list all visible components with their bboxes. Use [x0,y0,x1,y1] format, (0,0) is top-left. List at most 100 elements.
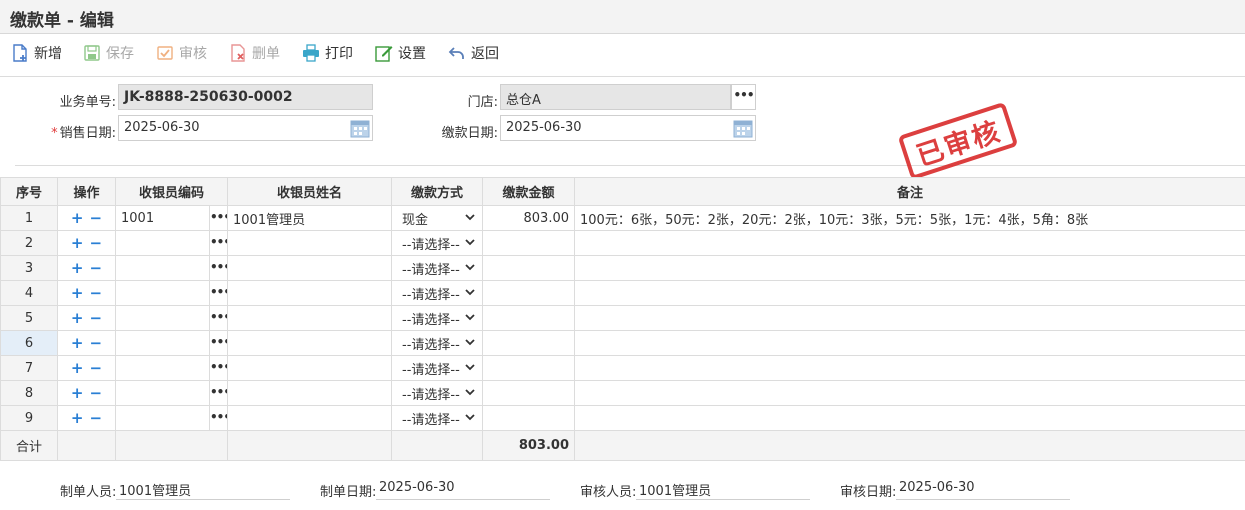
cashier-code-cell[interactable]: ••• [115,405,228,431]
remark-cell[interactable] [574,255,1245,281]
cashier-name-cell [227,230,392,256]
payment-method-select[interactable]: --请选择-- [391,355,483,381]
audit-date-label: 审核日期: [840,485,897,500]
calendar-icon[interactable] [348,116,372,140]
col-header-index: 序号 [0,177,58,206]
cashier-picker-button[interactable]: ••• [209,356,227,380]
payment-method-select[interactable]: --请选择-- [391,255,483,281]
pay-date-label: 缴款日期: [441,126,498,141]
amount-cell[interactable] [482,380,575,406]
add-row-icon[interactable]: + [71,259,84,277]
amount-cell[interactable] [482,230,575,256]
divider [15,165,1245,166]
payment-method-select[interactable]: --请选择-- [391,305,483,331]
remove-row-icon[interactable]: − [90,234,103,252]
delete-button[interactable]: 删单 [229,43,280,63]
add-row-icon[interactable]: + [71,334,84,352]
audit-button[interactable]: 审核 [156,43,207,63]
remove-row-icon[interactable]: − [90,284,103,302]
auditor-value: 1001管理员 [636,475,810,500]
add-row-icon[interactable]: + [71,384,84,402]
payment-method-select[interactable]: --请选择-- [391,230,483,256]
amount-cell[interactable] [482,405,575,431]
remark-cell[interactable] [574,405,1245,431]
remark-cell[interactable] [574,230,1245,256]
creator-label: 制单人员: [60,485,117,500]
amount-cell[interactable] [482,330,575,356]
add-row-icon[interactable]: + [71,234,84,252]
store-field[interactable]: 总仓A [500,84,731,110]
add-row-icon[interactable]: + [71,209,84,227]
remove-row-icon[interactable]: − [90,309,103,327]
add-row-icon[interactable]: + [71,359,84,377]
remove-row-icon[interactable]: − [90,209,103,227]
table-row[interactable]: 3+−•••--请选择-- [0,255,1245,281]
payment-method-value: --请选择-- [402,312,460,328]
cashier-code-cell[interactable]: ••• [115,280,228,306]
cashier-picker-button[interactable]: ••• [209,306,227,330]
cashier-picker-button[interactable]: ••• [209,381,227,405]
total-row: 合计 803.00 [0,430,1245,461]
amount-cell[interactable] [482,305,575,331]
payment-method-select[interactable]: 现金 [391,205,483,231]
payment-method-select[interactable]: --请选择-- [391,405,483,431]
remove-row-icon[interactable]: − [90,384,103,402]
table-row[interactable]: 4+−•••--请选择-- [0,280,1245,306]
cashier-picker-button[interactable]: ••• [209,406,227,430]
cashier-code-cell[interactable]: ••• [115,380,228,406]
row-index: 6 [0,330,58,356]
page-title: 缴款单 - 编辑 [10,11,114,31]
back-button[interactable]: 返回 [448,43,499,63]
new-button[interactable]: 新增 [11,43,62,63]
amount-cell[interactable]: 803.00 [482,205,575,231]
cashier-code-cell[interactable]: ••• [115,355,228,381]
remark-cell[interactable] [574,305,1245,331]
create-date-label: 制单日期: [320,485,377,500]
table-row[interactable]: 5+−•••--请选择-- [0,305,1245,331]
amount-cell[interactable] [482,255,575,281]
print-button[interactable]: 打印 [302,43,353,63]
cashier-picker-button[interactable]: ••• [209,206,227,230]
remark-cell[interactable]: 100元：6张，50元：2张，20元：2张，10元：3张，5元：5张，1元：4张… [574,205,1245,231]
table-row[interactable]: 9+−•••--请选择-- [0,405,1245,431]
pay-date-field[interactable]: 2025-06-30 [500,115,756,141]
add-row-icon[interactable]: + [71,409,84,427]
store-picker-button[interactable]: ••• [731,84,756,110]
table-row[interactable]: 2+−•••--请选择-- [0,230,1245,256]
remark-cell[interactable] [574,380,1245,406]
cashier-picker-button[interactable]: ••• [209,331,227,355]
amount-cell[interactable] [482,280,575,306]
table-row[interactable]: 6 +− ••• --请选择-- [0,330,1245,356]
amount-cell[interactable] [482,355,575,381]
cashier-code-cell[interactable]: 1001 ••• [115,205,228,231]
remove-row-icon[interactable]: − [90,359,103,377]
payment-method-value: --请选择-- [402,387,460,403]
table-row[interactable]: 7+−•••--请选择-- [0,355,1245,381]
remark-cell[interactable] [574,355,1245,381]
table-header-row: 序号 操作 收银员编码 收银员姓名 缴款方式 缴款金额 备注 [0,177,1245,206]
cashier-picker-button[interactable]: ••• [209,231,227,255]
col-header-cashier-name: 收银员姓名 [227,177,392,206]
payment-method-select[interactable]: --请选择-- [391,330,483,356]
remove-row-icon[interactable]: − [90,334,103,352]
cashier-code-cell[interactable]: ••• [115,230,228,256]
table-row[interactable]: 1+−1001•••1001管理员现金803.00100元：6张，50元：2张，… [0,205,1245,231]
remark-cell[interactable] [574,280,1245,306]
settings-button[interactable]: 设置 [375,43,426,63]
cashier-picker-button[interactable]: ••• [209,281,227,305]
cashier-picker-button[interactable]: ••• [209,256,227,280]
payment-method-select[interactable]: --请选择-- [391,380,483,406]
remove-row-icon[interactable]: − [90,409,103,427]
sale-date-field[interactable]: 2025-06-30 [118,115,373,141]
remark-cell[interactable] [574,330,1245,356]
cashier-code-cell[interactable]: ••• [115,330,228,356]
table-row[interactable]: 8+−•••--请选择-- [0,380,1245,406]
cashier-code-cell[interactable]: ••• [115,305,228,331]
add-row-icon[interactable]: + [71,309,84,327]
add-row-icon[interactable]: + [71,284,84,302]
calendar-icon[interactable] [731,116,755,140]
remove-row-icon[interactable]: − [90,259,103,277]
save-button[interactable]: 保存 [83,43,134,63]
cashier-code-cell[interactable]: ••• [115,255,228,281]
payment-method-select[interactable]: --请选择-- [391,280,483,306]
